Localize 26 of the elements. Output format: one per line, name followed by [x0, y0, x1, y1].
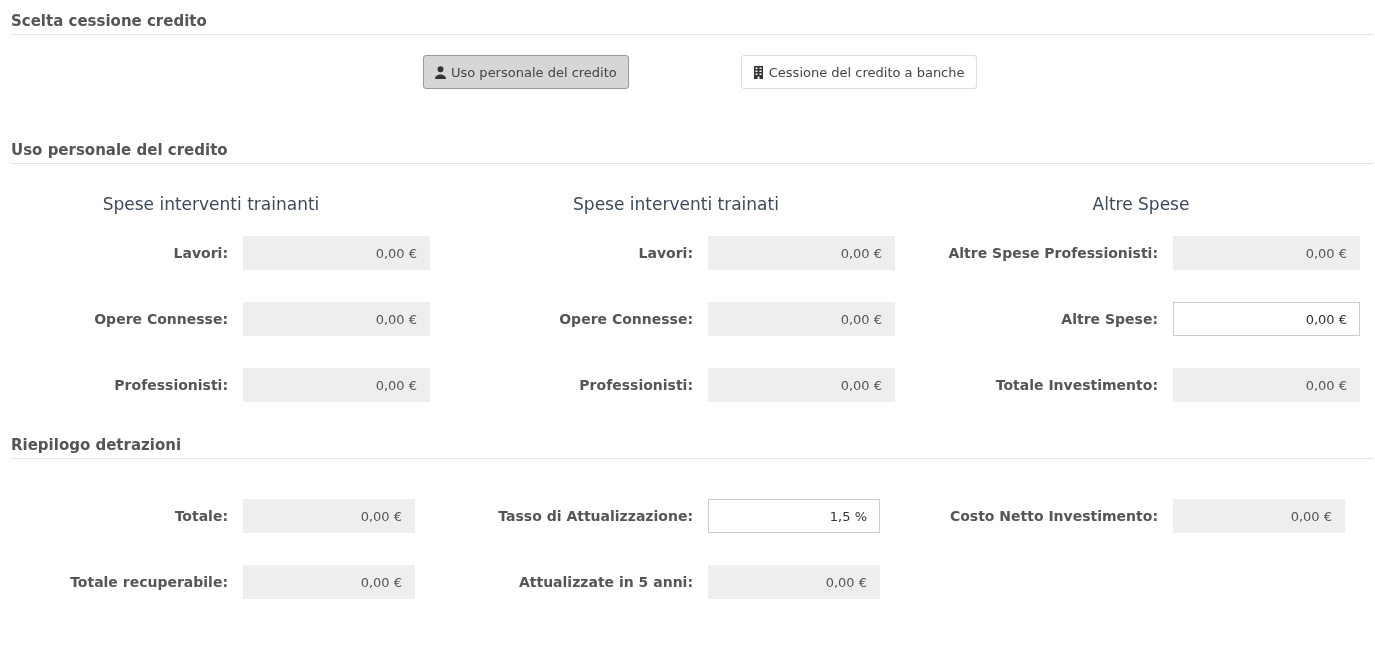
column-title: Spese interventi trainanti: [101, 194, 321, 214]
section-heading: Riepilogo detrazioni: [11, 434, 1373, 459]
field-label: Altre Spese Professionisti:: [947, 245, 1158, 261]
option-button[interactable]: Cessione del credito a banche: [740, 55, 977, 89]
field-label: Lavori:: [637, 245, 693, 261]
column-title: Altre Spese: [1091, 194, 1191, 214]
section-heading: Scelta cessione credito: [11, 10, 1373, 35]
field-label: Totale Investimento:: [994, 377, 1158, 393]
input-field[interactable]: 1,5 %: [708, 499, 880, 533]
field-label: Altre Spese:: [1060, 311, 1158, 327]
field-label: Professionisti:: [113, 377, 228, 393]
column-title: Spese interventi trainati: [572, 194, 780, 214]
option-button[interactable]: Uso personale del credito: [423, 55, 629, 89]
field-label: Opere Connesse:: [558, 311, 693, 327]
input-field[interactable]: 0,00 €: [1173, 302, 1360, 336]
field-label: Lavori:: [172, 245, 228, 261]
field-label: Totale recuperabile:: [69, 574, 228, 590]
field-label: Professionisti:: [578, 377, 693, 393]
field-label: Totale:: [173, 508, 228, 524]
field-label: Opere Connesse:: [93, 311, 228, 327]
section-heading: Uso personale del credito: [11, 139, 1373, 164]
field-label: Costo Netto Investimento:: [948, 508, 1158, 524]
field-label: Tasso di Attualizzazione:: [497, 508, 693, 524]
field-label: Attualizzate in 5 anni:: [517, 574, 693, 590]
user-icon: [435, 65, 446, 79]
building-icon: [752, 65, 764, 79]
